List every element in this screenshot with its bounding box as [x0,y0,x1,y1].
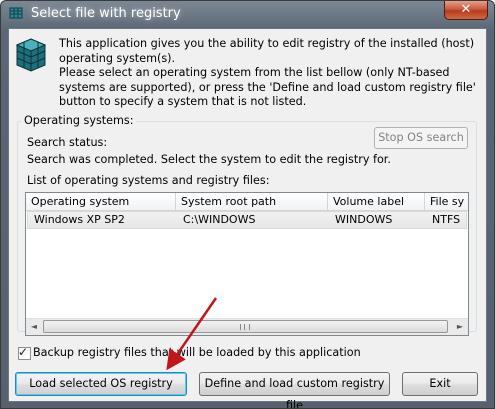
close-button[interactable]: ✕ [444,1,488,20]
scroll-right-icon[interactable]: ► [453,320,467,333]
cell-file-system: NTFS [432,213,461,226]
cell-volume-label: WINDOWS [335,213,393,226]
exit-button[interactable]: Exit [402,372,478,396]
search-status-label: Search status: [27,136,108,149]
load-selected-os-button[interactable]: Load selected OS registry [15,372,187,396]
grip-icon [240,324,250,330]
cell-os: Windows XP SP2 [34,213,125,226]
checkmark-icon: ✓ [18,345,29,359]
group-title: Operating systems: [22,114,136,127]
registry-cube-icon [15,38,47,72]
table-row[interactable]: Windows XP SP2 C:\WINDOWS WINDOWS NTFS [27,211,467,229]
intro-text: This application gives you the ability t… [59,37,479,110]
define-custom-registry-button[interactable]: Define and load custom registry file [199,372,390,408]
scroll-thumb[interactable] [43,320,448,333]
backup-checkbox[interactable]: ✓ [18,345,31,360]
dialog-window: Select file with registry ✕ This applica… [0,0,495,409]
column-header-filesystem[interactable]: File sy [425,193,468,210]
column-header-volume[interactable]: Volume label [328,193,425,210]
title-bar[interactable]: Select file with registry ✕ [1,1,494,27]
intro-line-1: This application gives you the ability t… [59,37,475,65]
registry-icon [9,7,23,19]
column-header-os[interactable]: Operating system [26,193,176,210]
list-header: Operating system System root path Volume… [26,193,468,211]
search-status-text: Search was completed. Select the system … [27,153,391,166]
intro-line-2: Please select an operating system from t… [59,66,476,109]
cell-root-path: C:\WINDOWS [183,213,256,226]
os-list[interactable]: Operating system System root path Volume… [25,192,469,336]
scroll-left-icon[interactable]: ◄ [27,320,41,333]
backup-label[interactable]: Backup registry files that will be loade… [33,346,361,359]
dialog-body: This application gives you the ability t… [8,28,487,408]
stop-os-search-button[interactable]: Stop OS search [374,127,468,149]
horizontal-scrollbar[interactable]: ◄ ► [26,318,468,335]
column-header-root[interactable]: System root path [176,193,328,210]
window-title: Select file with registry [31,6,181,21]
close-icon: ✕ [460,2,472,17]
list-label: List of operating systems and registry f… [27,174,270,187]
